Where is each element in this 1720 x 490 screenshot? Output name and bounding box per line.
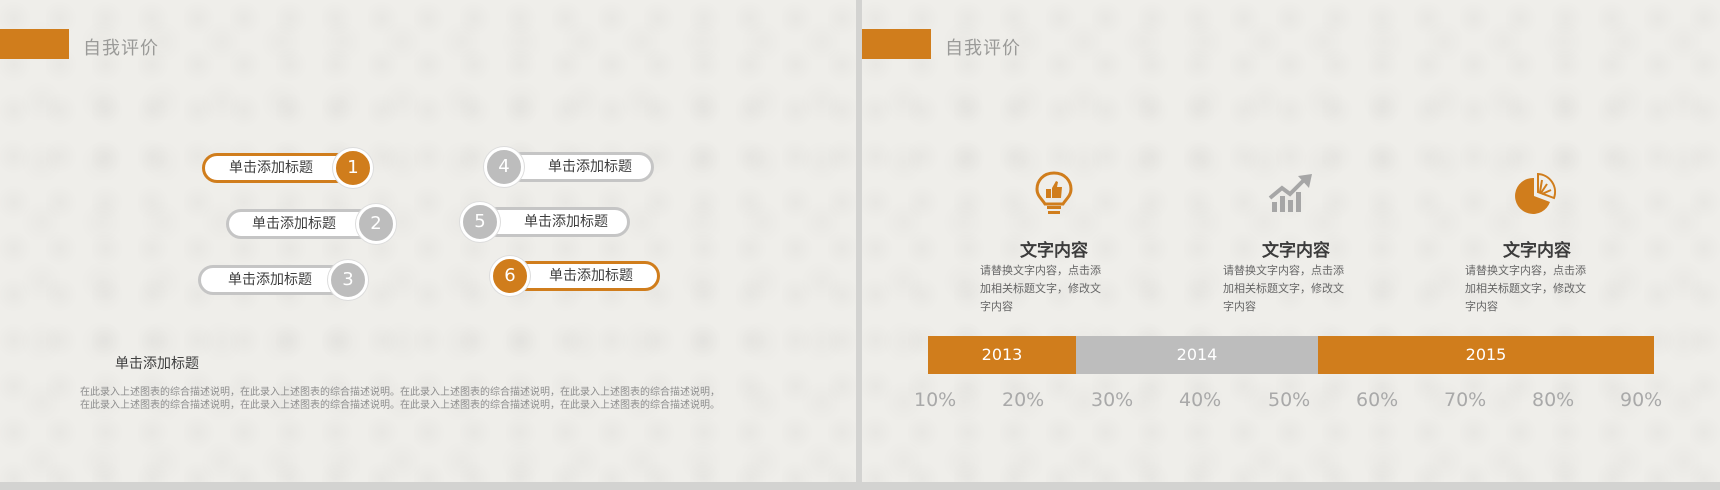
percent-label: 70% — [1444, 389, 1487, 411]
title-button-label: 单击添加标题 — [229, 160, 313, 176]
percent-label: 30% — [1091, 389, 1134, 411]
timeline-segment-2013: 2013 — [928, 336, 1076, 374]
percent-label: 40% — [1179, 389, 1222, 411]
title-button-label: 单击添加标题 — [228, 272, 312, 288]
description-line-2: 在此录入上述图表的综合描述说明，在此录入上述图表的综合描述说明。在此录入上述图表… — [80, 400, 720, 411]
header-accent-bar — [0, 29, 69, 59]
number-badge-5: 5 — [460, 202, 500, 242]
percent-label: 10% — [914, 389, 957, 411]
percent-label: 80% — [1532, 389, 1575, 411]
title-button-3[interactable]: 单击添加标题 — [198, 265, 348, 295]
feature-title-2: 文字内容 — [1262, 241, 1330, 261]
header-title: 自我评价 — [945, 38, 1021, 59]
number-badge-6: 6 — [490, 256, 530, 296]
timeline-segment-2015: 2015 — [1318, 336, 1654, 374]
title-button-6[interactable]: 单击添加标题 — [510, 261, 660, 291]
title-button-1[interactable]: 单击添加标题 — [202, 153, 352, 183]
feature-text-3: 请替换文字内容，点击添 加相关标题文字，修改文 字内容 — [1465, 264, 1586, 313]
title-button-4[interactable]: 单击添加标题 — [506, 152, 654, 182]
percent-label: 60% — [1356, 389, 1399, 411]
feature-title-3: 文字内容 — [1503, 241, 1571, 261]
title-button-label: 单击添加标题 — [252, 216, 336, 232]
description-title: 单击添加标题 — [115, 356, 199, 372]
header-accent-bar — [862, 29, 931, 59]
percent-label: 50% — [1268, 389, 1311, 411]
feature-text-2: 请替换文字内容，点击添 加相关标题文字，修改文 字内容 — [1223, 264, 1344, 313]
number-badge-3: 3 — [328, 260, 368, 300]
number-badge-1: 1 — [333, 148, 373, 188]
percent-label: 90% — [1620, 389, 1663, 411]
timeline-segment-2014: 2014 — [1076, 336, 1318, 374]
growth-chart-icon — [1268, 172, 1312, 220]
title-button-label: 单击添加标题 — [549, 268, 633, 284]
feature-text-1: 请替换文字内容，点击添 加相关标题文字，修改文 字内容 — [980, 264, 1101, 313]
header-title: 自我评价 — [83, 38, 159, 59]
percent-label: 20% — [1002, 389, 1045, 411]
slide-right: 自我评价 文字内容 请替换文字内容，点击添 加相关标题文字，修改文 字内容 文字… — [862, 0, 1720, 482]
feature-title-1: 文字内容 — [1020, 241, 1088, 261]
title-button-label: 单击添加标题 — [548, 159, 632, 175]
number-badge-4: 4 — [484, 147, 524, 187]
title-button-2[interactable]: 单击添加标题 — [226, 209, 376, 239]
title-button-label: 单击添加标题 — [524, 214, 608, 230]
title-button-5[interactable]: 单击添加标题 — [482, 207, 630, 237]
slide-left: 自我评价 单击添加标题 1 单击添加标题 2 单击添加标题 3 单击添加标题 4… — [0, 0, 856, 482]
pie-chart-icon — [1514, 172, 1558, 220]
number-badge-2: 2 — [356, 204, 396, 244]
lightbulb-icon — [1032, 170, 1076, 218]
